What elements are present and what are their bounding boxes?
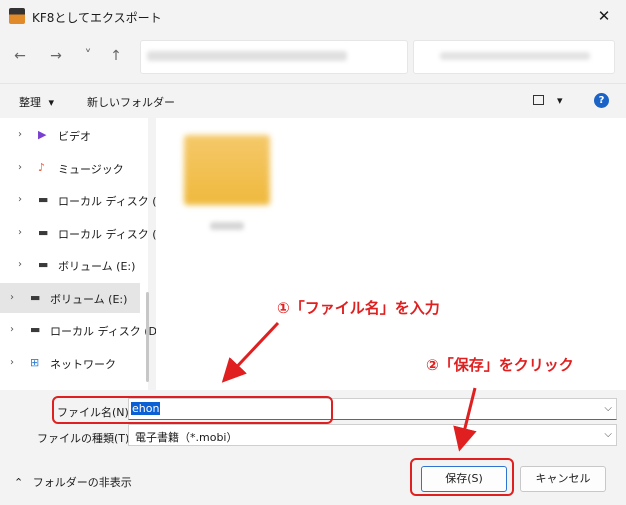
annotation-arrows <box>221 321 477 452</box>
annotation-step2: ②「保存」をクリック <box>426 356 574 374</box>
arrow-to-filename <box>221 321 280 383</box>
annotation-step1: ①「ファイル名」を入力 <box>277 299 440 317</box>
arrow-to-save <box>453 387 477 452</box>
